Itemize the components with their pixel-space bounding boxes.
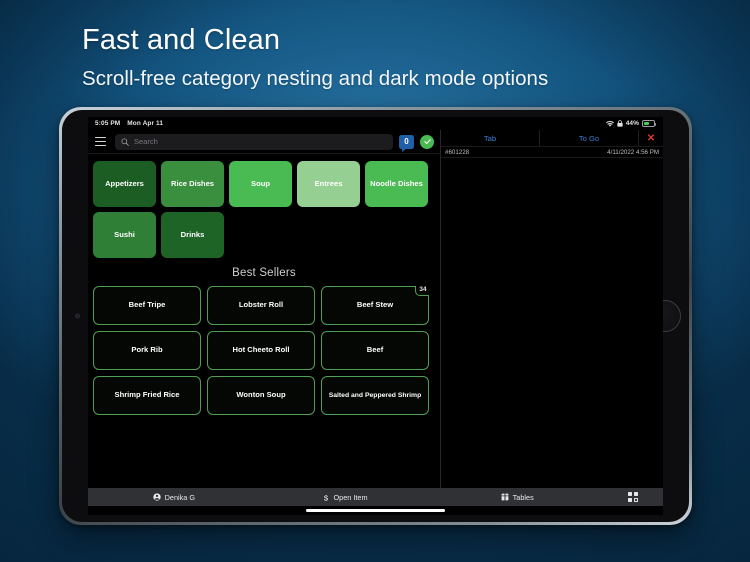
tab-to-go[interactable]: To Go: [540, 130, 639, 146]
menu-item-label: Beef Stew: [356, 300, 394, 310]
menu-item-button[interactable]: Beef Stew 34: [321, 286, 429, 325]
menu-item-label: Beef Tripe: [128, 300, 166, 310]
user-button[interactable]: Denika G: [88, 493, 260, 502]
open-item-label: Open Item: [333, 492, 368, 502]
menu-item-button[interactable]: Shrimp Fried Rice: [93, 376, 201, 415]
ios-status-bar: 5:05 PM Mon Apr 11 44%: [88, 117, 663, 130]
promo-header: Fast and Clean Scroll-free category nest…: [82, 22, 682, 91]
close-icon[interactable]: ✕: [639, 130, 663, 146]
category-grid: Appetizers Rice Dishes Soup Entrees Noodle D…: [88, 154, 440, 258]
menu-item-button[interactable]: Beef Tripe: [93, 286, 201, 325]
best-sellers-grid: Beef Tripe Lobster Roll Beef Stew 34 Pork Ri…: [88, 286, 440, 415]
status-date: Mon Apr 11: [127, 120, 164, 127]
order-meta: #601228 4/11/2022 4:56 PM: [441, 147, 663, 158]
user-name: Denika G: [164, 492, 196, 502]
menu-item-button[interactable]: Pork Rib: [93, 331, 201, 370]
battery-percent: 44%: [625, 120, 639, 127]
menu-item-label: Salted and Peppered Shrimp: [328, 391, 422, 399]
menu-item-label: Lobster Roll: [238, 300, 284, 310]
grid-view-button[interactable]: [603, 492, 663, 502]
menu-item-button[interactable]: Wonton Soup: [207, 376, 315, 415]
battery-icon: [642, 120, 657, 127]
cart-count-badge[interactable]: 0: [399, 134, 414, 152]
category-button[interactable]: Soup: [229, 161, 292, 207]
tables-button[interactable]: Tables: [431, 493, 603, 502]
rotation-lock-icon: [617, 120, 623, 127]
search-input[interactable]: Search: [115, 133, 393, 150]
order-tab-bar: Tab To Go ✕: [441, 130, 663, 147]
search-placeholder: Search: [134, 137, 158, 146]
menu-item-button[interactable]: Salted and Peppered Shrimp: [321, 376, 429, 415]
category-button[interactable]: Noodle Dishes: [365, 161, 428, 207]
wifi-icon: [605, 120, 614, 127]
open-item-button[interactable]: $ Open Item: [260, 493, 432, 502]
menu-item-label: Hot Cheeto Roll: [232, 345, 290, 355]
grid-view-icon: [628, 492, 638, 502]
menu-item-label: Beef: [366, 345, 384, 355]
menu-item-button[interactable]: Hot Cheeto Roll: [207, 331, 315, 370]
menu-toolbar: Search 0: [88, 130, 440, 154]
person-icon: [152, 493, 161, 501]
status-bar-left: 5:05 PM Mon Apr 11: [95, 120, 163, 127]
home-indicator[interactable]: [306, 509, 445, 512]
tables-label: Tables: [512, 492, 534, 502]
order-panel: Tab To Go ✕ #601228 4/11/2022 4:56 PM: [441, 130, 663, 488]
bottom-toolbar: Denika G $ Open Item Tables: [88, 488, 663, 506]
promo-subtitle: Scroll-free category nesting and dark mo…: [82, 67, 549, 91]
category-button[interactable]: Sushi: [93, 212, 156, 258]
category-button[interactable]: Entrees: [297, 161, 360, 207]
tablet-screen: 5:05 PM Mon Apr 11 44% Search 0 Appetize…: [88, 117, 663, 515]
hamburger-menu-icon[interactable]: [92, 134, 109, 149]
best-sellers-title: Best Sellers: [232, 267, 296, 279]
home-indicator-area: [88, 506, 663, 515]
tablet-bezel: 5:05 PM Mon Apr 11 44% Search 0 Appetize…: [62, 110, 689, 522]
menu-item-qty-badge: 34: [415, 286, 429, 296]
menu-item-label: Pork Rib: [131, 345, 163, 355]
table-icon: [501, 493, 509, 501]
menu-item-label: Wonton Soup: [236, 390, 286, 400]
order-number: #601228: [445, 148, 470, 156]
order-timestamp: 4/11/2022 4:56 PM: [607, 148, 659, 156]
category-button[interactable]: Rice Dishes: [161, 161, 224, 207]
search-icon: [121, 137, 129, 146]
status-bar-right: 44%: [605, 120, 657, 127]
menu-item-button[interactable]: Lobster Roll: [207, 286, 315, 325]
front-camera-icon: [75, 313, 80, 319]
category-button[interactable]: Appetizers: [93, 161, 156, 207]
menu-panel: Search 0 Appetizers Rice Dishes Soup Entree…: [88, 130, 440, 488]
dollar-icon: $: [323, 493, 329, 502]
tablet-device-frame: 5:05 PM Mon Apr 11 44% Search 0 Appetize…: [59, 107, 692, 525]
order-line-items-area[interactable]: [441, 158, 663, 488]
check-circle-icon[interactable]: [420, 134, 434, 149]
promo-title: Fast and Clean: [82, 24, 281, 56]
menu-item-button[interactable]: Beef: [321, 331, 429, 370]
tab-tab[interactable]: Tab: [441, 130, 540, 146]
app-panels: Search 0 Appetizers Rice Dishes Soup Entree…: [88, 130, 663, 488]
menu-item-label: Shrimp Fried Rice: [114, 390, 180, 400]
svg-text:$: $: [324, 493, 329, 502]
status-time: 5:05 PM: [95, 120, 121, 127]
category-button[interactable]: Drinks: [161, 212, 224, 258]
